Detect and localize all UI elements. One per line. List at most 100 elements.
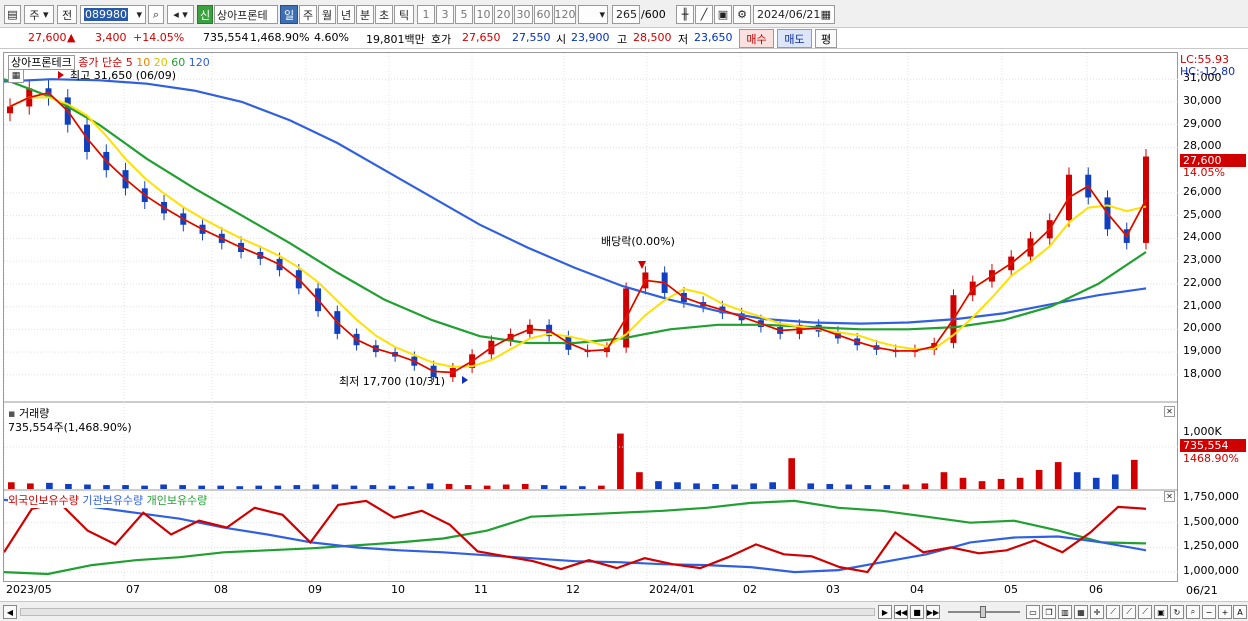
split-icon[interactable]: ▥ [1058, 605, 1072, 619]
buy-button[interactable]: 매수 [739, 29, 774, 48]
font-size-icon[interactable]: A [1233, 605, 1247, 619]
zoom-slider-handle[interactable] [980, 606, 986, 618]
period-year-button[interactable]: 년 [337, 5, 355, 24]
price-tick-label: 28,000 [1183, 139, 1222, 153]
date-tick-label: 2024/01 [649, 583, 695, 596]
holder-tick-label: 1,750,000 [1183, 489, 1239, 503]
price-change-pct: +14.05% [133, 31, 185, 44]
interval-120-button[interactable]: 120 [554, 5, 576, 24]
stock-code-input[interactable]: 089980 ▾ [80, 5, 146, 24]
table-icon[interactable]: ▦ [1074, 605, 1088, 619]
legend-foreign: 외국인보유수량 [8, 494, 79, 507]
right-axis: LC:55.93 HC:-12.80 31,000 30,000 29,000 28,… [1178, 52, 1248, 597]
volume-bar [921, 483, 929, 489]
interval-20-button[interactable]: 20 [494, 5, 513, 24]
rewind-icon[interactable]: ◀◀ [894, 605, 908, 619]
volume-bar [1016, 477, 1024, 489]
ma20-line [9, 96, 1147, 368]
volume-bar [27, 483, 34, 489]
volume-bar [350, 485, 358, 489]
stock-name-field[interactable]: 상아프론테 [214, 5, 278, 24]
volume-bar [655, 481, 662, 489]
interval-10-button[interactable]: 10 [474, 5, 493, 24]
volume-bar [617, 433, 624, 489]
min-price-annotation: 최저 17,700 (10/31) [339, 375, 446, 388]
volume-bar [293, 485, 301, 489]
period-month-button[interactable]: 월 [318, 5, 336, 24]
zoom-in-icon[interactable]: + [1218, 605, 1232, 619]
chart-area[interactable]: 상아프론테크 종가 단순 5 10 20 60 120 ▦ 최고 31,650 … [3, 52, 1179, 596]
zoom-out-icon[interactable]: − [1202, 605, 1216, 619]
period-second-button[interactable]: 초 [375, 5, 393, 24]
crosshair-icon[interactable]: ✛ [1090, 605, 1104, 619]
interval-3-button[interactable]: 3 [436, 5, 454, 24]
horizontal-scrollbar[interactable] [20, 608, 875, 616]
volume-panel-value: 735,554주(1,468.90%) [8, 421, 132, 434]
volume-ratio: 1,468.90% [250, 31, 310, 44]
volume-pct-label: 1468.90% [1183, 452, 1239, 465]
legend-stock-name: 상아프론테크 [8, 55, 75, 70]
copy-icon[interactable]: ❐ [1042, 605, 1056, 619]
eval-button[interactable]: 평 [815, 29, 837, 48]
search-zoom-icon[interactable]: ⌕ [1186, 605, 1200, 619]
layout-icon[interactable]: ▭ [1026, 605, 1040, 619]
period-minute-button[interactable]: 분 [356, 5, 374, 24]
chart-menu-icon[interactable]: ▤ [4, 5, 21, 24]
trend-tool-icon[interactable]: ⟋ [1122, 605, 1136, 619]
search-icon[interactable]: ⌕ [148, 5, 164, 24]
sell-button[interactable]: 매도 [777, 29, 812, 48]
scroll-right-icon[interactable]: ▶ [878, 605, 892, 619]
interval-1-button[interactable]: 1 [417, 5, 435, 24]
speaker-icon[interactable]: ◂ ▾ [167, 5, 194, 24]
stop-icon[interactable]: ■ [910, 605, 924, 619]
volume-bar [845, 484, 853, 489]
drawing-tool-icon[interactable]: ╱ [695, 5, 713, 24]
period-day-button[interactable]: 일 [280, 5, 298, 24]
market-label: 주 [29, 8, 40, 22]
volume-bar [8, 482, 15, 489]
volume-tick: 1,000K [1183, 425, 1222, 438]
up-arrow-icon: ▲ [67, 31, 76, 44]
period-week-button[interactable]: 주 [299, 5, 317, 24]
date-input[interactable]: 2024/06/21 ▦ [753, 5, 835, 24]
fib-tool-icon[interactable]: ⟋ [1138, 605, 1152, 619]
refresh-icon[interactable]: ↻ [1170, 605, 1184, 619]
grid-toggle-icon[interactable]: ▦ [8, 69, 24, 83]
low-label: 저 [678, 33, 689, 46]
date-tick-label: 02 [743, 583, 757, 596]
candle-type-icon[interactable]: ╫ [676, 5, 694, 24]
volume-bar [997, 478, 1005, 489]
volume-bar [731, 484, 738, 489]
volume-bar [826, 483, 834, 489]
volume-bar [959, 477, 967, 489]
interval-30-button[interactable]: 30 [514, 5, 533, 24]
date-tick-label: 09 [308, 583, 322, 596]
forward-icon[interactable]: ▶▶ [926, 605, 940, 619]
interval-60-button[interactable]: 60 [534, 5, 553, 24]
gear-icon[interactable]: ⚙ [733, 5, 751, 24]
institution-holding-line [4, 498, 1147, 574]
ask-price: 27,650 [462, 31, 501, 44]
volume-bar [712, 483, 719, 489]
image-icon[interactable]: ▣ [1154, 605, 1168, 619]
scroll-left-icon[interactable]: ◀ [3, 605, 17, 619]
line-tool-icon[interactable]: ⟋ [1106, 605, 1120, 619]
market-select[interactable]: 주 ▾ [24, 5, 54, 24]
volume-bar [540, 485, 548, 489]
volume-bar [407, 486, 415, 489]
price-tick-label: 20,000 [1183, 321, 1222, 335]
data-count-input[interactable]: 265 [612, 5, 640, 24]
save-icon[interactable]: ▣ [714, 5, 732, 24]
volume-bar [122, 485, 129, 489]
holder-panel-legend: 외국인보유수량 기관보유수량 개인보유수량 [8, 492, 208, 508]
ma10-line [9, 91, 1147, 374]
volume-bar [65, 483, 72, 489]
period-type-button[interactable]: 전 [57, 5, 77, 24]
close-icon[interactable]: ✕ [1164, 491, 1175, 502]
period-tick-button[interactable]: 틱 [394, 5, 414, 24]
interval-5-button[interactable]: 5 [455, 5, 473, 24]
price-tick-label: 23,000 [1183, 253, 1222, 267]
close-icon[interactable]: ✕ [1164, 406, 1175, 417]
custom-interval-select[interactable]: ▾ [578, 5, 608, 24]
volume-bar [103, 485, 110, 489]
